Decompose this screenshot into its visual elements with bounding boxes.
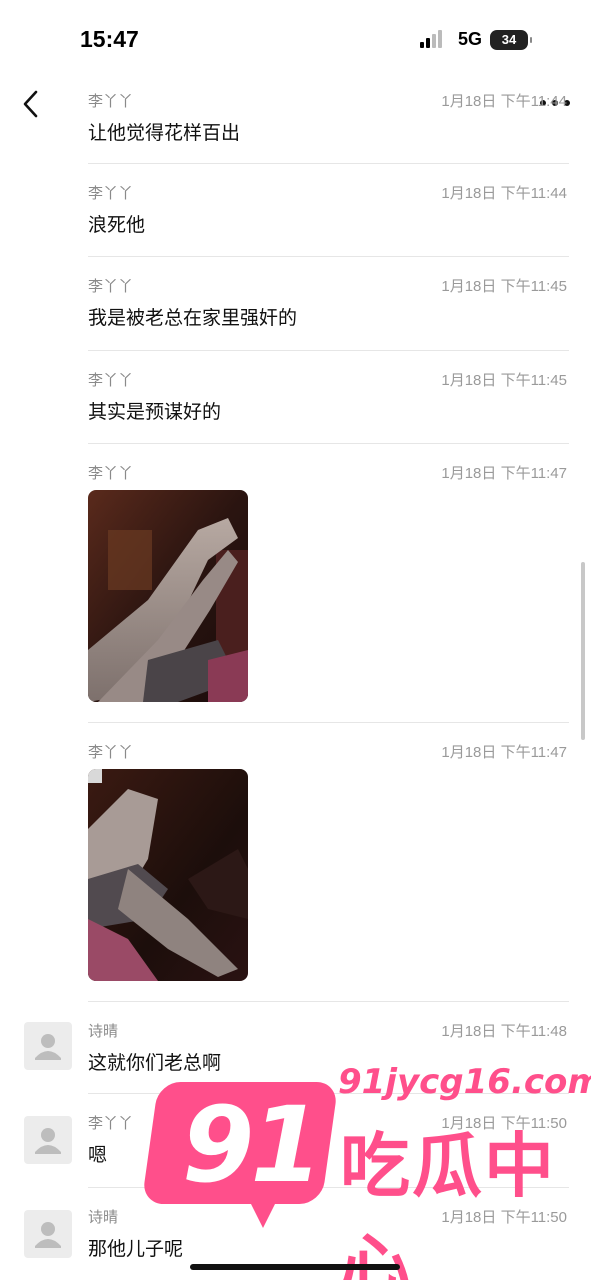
message-sender: 李丫丫 — [88, 743, 134, 761]
scrollbar[interactable] — [581, 562, 585, 740]
message-time: 1月18日 下午11:45 — [441, 372, 567, 389]
message-time: 1月18日 下午11:47 — [441, 465, 567, 482]
message-text: 其实是预谋好的 — [88, 401, 222, 423]
message-sender: 李丫丫 — [88, 464, 134, 482]
message-text: 那他儿子呢 — [88, 1238, 184, 1260]
battery-level: 34 — [501, 31, 517, 47]
home-indicator[interactable] — [190, 1264, 400, 1270]
avatar[interactable] — [24, 1210, 72, 1258]
message-photo[interactable] — [88, 769, 248, 981]
message-item[interactable]: 李丫丫 1月18日 下午11:45 其实是预谋好的 — [0, 351, 591, 444]
watermark: 91 91jycg16.com 吃瓜中心 — [141, 1062, 591, 1280]
message-text: 让他觉得花样百出 — [88, 122, 241, 144]
photo-legs-sitting-icon — [88, 490, 248, 702]
message-text: 我是被老总在家里强奸的 — [88, 307, 298, 329]
message-item[interactable]: 李丫丫 1月18日 下午11:47 — [0, 444, 591, 723]
message-photo[interactable] — [88, 490, 248, 702]
message-sender: 诗晴 — [88, 1022, 119, 1040]
photo-legs-crossed-icon — [88, 769, 248, 981]
message-sender: 李丫丫 — [88, 371, 134, 389]
cellular-signal-icon — [420, 29, 448, 50]
avatar[interactable] — [24, 1022, 72, 1070]
message-time: 1月18日 下午11:44 — [441, 93, 567, 110]
message-text: 浪死他 — [88, 214, 146, 236]
default-avatar-icon — [35, 1222, 61, 1248]
status-bar: 15:47 5G 34 — [0, 0, 591, 80]
message-item[interactable]: 李丫丫 1月18日 下午11:45 我是被老总在家里强奸的 — [0, 257, 591, 351]
message-item[interactable]: 李丫丫 1月18日 下午11:47 — [0, 723, 591, 1002]
network-type: 5G — [458, 29, 483, 49]
avatar[interactable] — [24, 1116, 72, 1164]
watermark-number: 91 — [182, 1084, 323, 1206]
message-sender: 李丫丫 — [88, 1114, 134, 1132]
message-item[interactable]: 李丫丫 1月18日 下午11:44 让他觉得花样百出 — [0, 80, 591, 164]
message-time: 1月18日 下午11:45 — [441, 278, 567, 295]
battery-icon: 34 — [490, 29, 533, 50]
default-avatar-icon — [35, 1128, 61, 1154]
watermark-name: 吃瓜中心 — [340, 1125, 556, 1280]
status-indicators: 5G 34 — [420, 29, 533, 50]
message-time: 1月18日 下午11:48 — [441, 1023, 567, 1040]
message-time: 1月18日 下午11:47 — [441, 744, 567, 761]
message-text: 嗯 — [88, 1144, 108, 1166]
message-sender: 李丫丫 — [88, 92, 134, 110]
message-sender: 李丫丫 — [88, 277, 134, 295]
message-time: 1月18日 下午11:44 — [441, 185, 567, 202]
watermark-url: 91jycg16.com — [338, 1062, 591, 1102]
default-avatar-icon — [35, 1034, 61, 1060]
message-sender: 诗晴 — [88, 1208, 119, 1226]
status-time: 15:47 — [80, 26, 139, 52]
message-item[interactable]: 李丫丫 1月18日 下午11:44 浪死他 — [0, 164, 591, 257]
message-sender: 李丫丫 — [88, 184, 134, 202]
